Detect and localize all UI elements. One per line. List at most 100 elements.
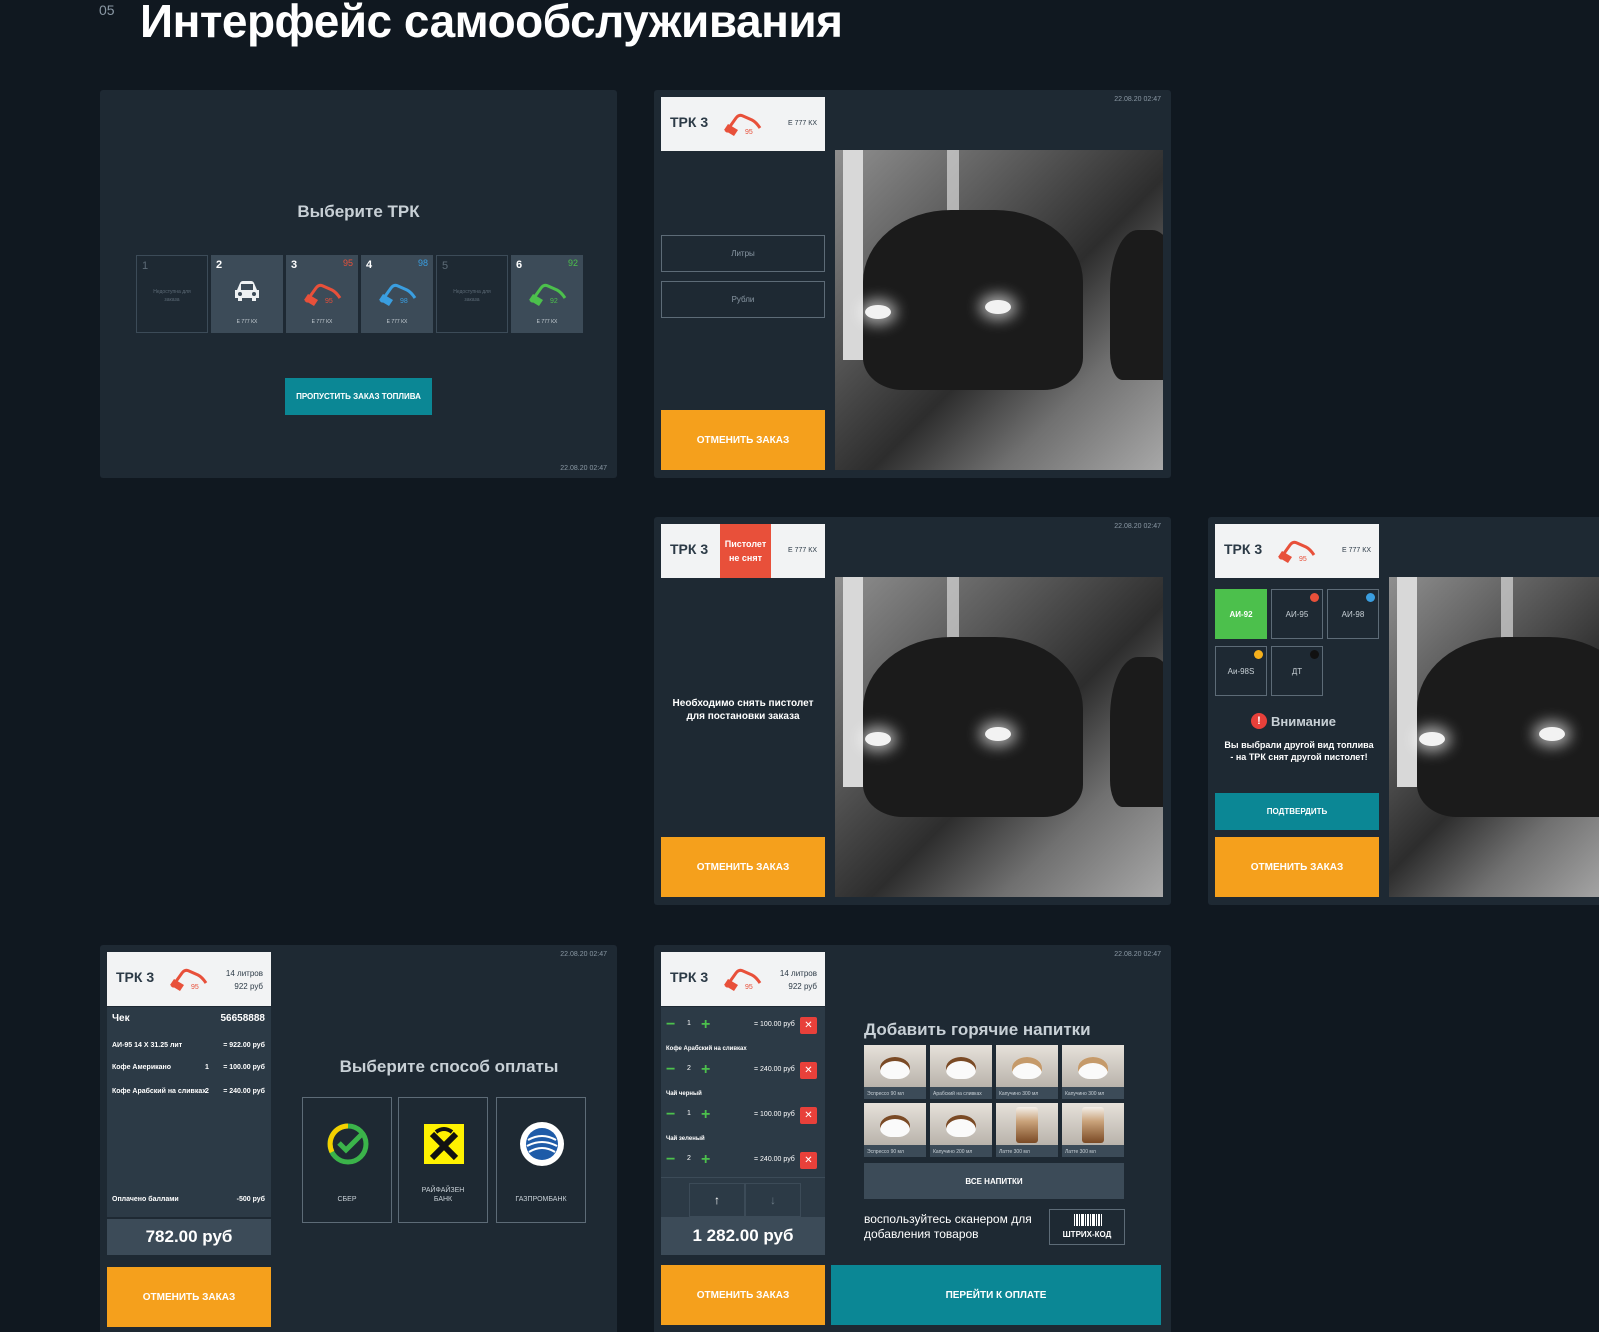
fuel-dt-button[interactable]: ДТ [1271,646,1323,696]
fuel-label: АИ-92 [1229,609,1253,619]
camera-feed-image [835,577,1163,897]
sber-logo-icon [327,1123,369,1165]
barcode-badge: ШТРИХ-КОД [1049,1209,1125,1245]
cart-item-name: Чай черный [666,1091,702,1097]
barcode-icon [1074,1214,1102,1226]
cancel-order-button[interactable]: ОТМЕНИТЬ ЗАКАЗ [661,410,825,470]
order-summary: 14 литров 922 руб [226,967,263,993]
cancel-order-button[interactable]: ОТМЕНИТЬ ЗАКАЗ [661,837,825,897]
camera-feed-image [835,150,1163,470]
drink-label: Капучино 200 мл [933,1149,973,1155]
drink-tile[interactable]: Латте 300 мл [1062,1103,1124,1157]
trk-tile-number: 2 [216,259,223,271]
fuel-ai92-button[interactable]: АИ-92 [1215,589,1267,639]
increase-qty-button[interactable]: + [701,1017,710,1033]
trk-label: ТРК 3 [670,114,709,130]
screen-select-trk: Выберите ТРК 1 Недоступна для заказа 2 Е… [100,90,617,478]
trk-tile-plate: Е 777 КХ [386,319,408,325]
cart-item-name: Кофе Арабский на сливках [666,1046,747,1052]
increase-qty-button[interactable]: + [701,1062,710,1078]
arrow-up-icon: ↑ [714,1193,720,1207]
scroll-down-button[interactable]: ↓ [745,1183,801,1217]
trk-tile-6[interactable]: 6 92 92 Е 777 КХ [511,255,583,333]
nozzle-fuel-label: 95 [191,984,199,991]
order-header: ТРК 3 Пистолет не снят Е 777 КХ [661,524,825,578]
fuel-nozzle-icon: 92 [529,283,567,306]
drink-tile[interactable]: Латте 300 мл [996,1103,1058,1157]
skip-fuel-order-button[interactable]: ПРОПУСТИТЬ ЗАКАЗ ТОПЛИВА [285,378,432,415]
order-sum: 922 руб [234,982,263,991]
trk-tile-2[interactable]: 2 Е 777 КХ [211,255,283,333]
drink-image [930,1103,992,1145]
arrow-down-icon: ↓ [770,1193,776,1207]
remove-item-button[interactable]: ✕ [800,1062,817,1079]
increase-qty-button[interactable]: + [701,1152,710,1168]
confirm-button[interactable]: ПОДТВЕРДИТЬ [1215,793,1379,830]
remove-item-button[interactable]: ✕ [800,1152,817,1169]
fuel-nozzle-icon: 95 [724,968,762,991]
liters-button[interactable]: Литры [661,235,825,272]
decrease-qty-button[interactable]: − [666,1107,675,1123]
trk-tile-3[interactable]: 3 95 95 Е 777 КХ [286,255,358,333]
fuel-label: АИ-98 [1341,609,1365,619]
points-value: -500 руб [236,1196,265,1203]
cart-item-qty: 1 [687,1110,691,1117]
drink-label: Латте 300 мл [1065,1149,1096,1155]
receipt-line-name: Кофе Американо [112,1064,172,1071]
cancel-order-button[interactable]: ОТМЕНИТЬ ЗАКАЗ [661,1265,825,1325]
decrease-qty-button[interactable]: − [666,1152,675,1168]
cart-item-name: Чай зеленый [666,1136,705,1142]
trk-tile-note: Недоступна для заказа [453,289,491,303]
decrease-qty-button[interactable]: − [666,1062,675,1078]
cancel-order-button[interactable]: ОТМЕНИТЬ ЗАКАЗ [1215,837,1379,897]
timestamp: 22.08.20 02:47 [1114,951,1161,958]
cancel-order-button[interactable]: ОТМЕНИТЬ ЗАКАЗ [107,1267,271,1327]
screen-payment: ТРК 3 95 14 литров 922 руб Чек 56658888 … [100,945,617,1332]
page-title: Интерфейс самообслуживания [140,0,843,47]
decrease-qty-button[interactable]: − [666,1017,675,1033]
fuel-ai98s-button[interactable]: Аи-98S [1215,646,1267,696]
all-drinks-button[interactable]: ВСЕ НАПИТКИ [864,1163,1124,1199]
divider [661,1177,825,1178]
trk-label: ТРК 3 [670,541,709,557]
fuel-ai98-button[interactable]: АИ-98 [1327,589,1379,639]
go-to-payment-button[interactable]: ПЕРЕЙТИ К ОПЛАТЕ [831,1265,1161,1325]
drink-tile[interactable]: Капучино 300 мл [1062,1045,1124,1099]
increase-qty-button[interactable]: + [701,1107,710,1123]
trk-tile-1: 1 Недоступна для заказа [136,255,208,333]
fuel-label: Аи-98S [1227,666,1255,676]
drink-tile[interactable]: Капучино 300 мл [996,1045,1058,1099]
trk-tile-fuel: 98 [417,258,428,268]
remove-item-button[interactable]: ✕ [800,1017,817,1034]
fuel-label: ДТ [1291,666,1303,676]
order-liters: 14 литров [779,969,817,978]
drink-tile[interactable]: Эспрессо 90 мл [864,1045,926,1099]
receipt-line-qty: 1 [205,1064,209,1071]
drink-tile[interactable]: Арабский на сливках [930,1045,992,1099]
fuel-ai95-button[interactable]: АИ-95 [1271,589,1323,639]
fuel-color-dot [1366,593,1375,602]
car-icon [235,281,259,301]
timestamp: 22.08.20 02:47 [1114,96,1161,103]
payment-gazprombank-button[interactable]: ГАЗПРОМБАНК [496,1097,586,1223]
trk-tile-plate: Е 777 КХ [311,319,333,325]
drink-image [864,1045,926,1087]
fuel-color-dot [1310,593,1319,602]
trk-tile-fuel: 95 [342,258,353,268]
fuel-color-dot [1310,650,1319,659]
drink-tile[interactable]: Капучино 200 мл [930,1103,992,1157]
drink-tile[interactable]: Эспрессо 90 мл [864,1103,926,1157]
payment-sber-button[interactable]: СБЕР [302,1097,392,1223]
scroll-up-button[interactable]: ↑ [689,1183,745,1217]
rubles-button[interactable]: Рубли [661,281,825,318]
remove-item-button[interactable]: ✕ [800,1107,817,1124]
cart-item-price: = 100.00 руб [754,1021,795,1028]
payment-raiffeisen-button[interactable]: РАЙФАЙЗЕН БАНК [398,1097,488,1223]
trk-tile-plate: Е 777 КХ [236,319,258,325]
fuel-nozzle-icon: 95 [1278,540,1316,563]
drinks-title: Добавить горячие напитки [864,1020,1091,1039]
trk-tile-4[interactable]: 4 98 98 Е 777 КХ [361,255,433,333]
trk-label: ТРК 3 [670,969,709,985]
gazprombank-logo-icon [520,1122,564,1166]
drink-label: Капучино 300 мл [999,1091,1039,1097]
